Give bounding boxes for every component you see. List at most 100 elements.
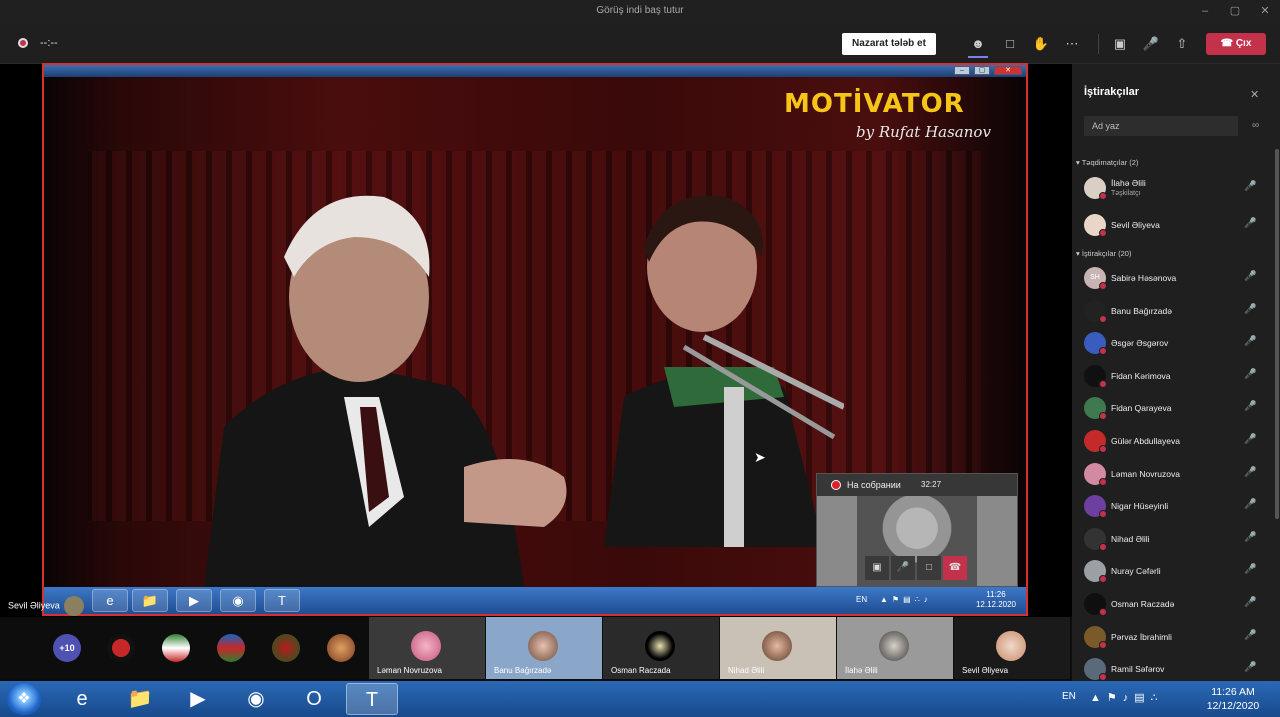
participant-name: Sevil Əliyeva [1111,220,1160,230]
participant-avatar[interactable] [272,634,300,662]
participant-row[interactable]: Banu Bağırzadə 🎤 [1084,297,1260,325]
shared-screen: – ▢ ✕ MOTİVATOR by Rufat Hasanov ➤ На со… [42,63,1028,616]
video-tile[interactable]: Nihad Əlili [720,617,836,679]
video-tile[interactable]: Ləman Novruzova [369,617,485,679]
participant-name: Əsgər Əsgərov [1111,338,1169,349]
share-icon[interactable]: ⇧ [1172,34,1192,54]
start-button-icon[interactable]: ❖ [6,683,42,715]
more-participants-badge[interactable]: +10 [53,634,81,662]
participant-avatar[interactable] [162,634,190,662]
mic-off-icon[interactable]: 🎤 [1244,271,1256,282]
system-tray-icons[interactable]: ▲⚑♪▤∴ [1090,691,1164,704]
pip-camera-icon[interactable]: ▣ [865,556,889,580]
participant-avatar [1084,462,1107,486]
tile-avatar [528,631,558,661]
participant-avatar [1084,332,1107,356]
presenter-name: Sevil Əliyeva [8,600,60,611]
participant-row[interactable]: Pərvaz İbrahimli 🎤 [1084,623,1260,651]
participant-row[interactable]: İlahə Əlili Təşkilatçı 🎤 [1084,174,1260,202]
leave-button[interactable]: ☎ Çıx [1206,33,1266,55]
participant-row[interactable]: Ramil Səfərov 🎤 [1084,655,1260,683]
status-dot [1099,673,1107,682]
mic-off-icon[interactable]: 🎤 [1244,630,1256,641]
mic-off-icon[interactable]: 🎤 [1244,218,1256,229]
people-icon[interactable]: ☻ [968,34,988,58]
participant-name: Fidan Kərimova [1111,370,1171,381]
participant-search-input[interactable] [1084,116,1238,136]
mic-off-icon[interactable]: 🎤 [1244,499,1256,510]
motivator-logo: MOTİVATOR [784,89,965,119]
status-dot [1099,608,1107,616]
pip-status: На собрании [847,480,901,490]
mic-off-icon[interactable]: 🎤 [1141,34,1161,54]
more-icon[interactable]: ⋯ [1062,34,1082,54]
child-figure [604,195,844,547]
chrome-icon[interactable]: ◉ [230,683,282,715]
participant-row[interactable]: Osman Raczadə 🎤 [1084,590,1260,618]
media-player-icon[interactable]: ▶ [172,683,224,715]
participant-avatar[interactable] [107,634,135,662]
participant-row[interactable]: Sevil Əliyeva 🎤 [1084,211,1260,239]
participant-name: Fidan Qarayeva [1111,403,1172,414]
pip-mic-icon[interactable]: 🎤 [891,556,915,580]
mic-off-icon[interactable]: 🎤 [1244,369,1256,380]
close-window-icon[interactable]: ✕ [1250,0,1280,22]
participant-avatar [1084,658,1107,682]
chat-icon[interactable]: □ [1000,34,1020,54]
shared-clock: 11:26 12.12.2020 [974,590,1018,610]
copy-link-icon[interactable]: ∞ [1252,120,1259,131]
close-icon[interactable]: ✕ [1250,88,1259,101]
participant-name: Sabirə Həsənova [1111,273,1177,283]
mic-off-icon[interactable]: 🎤 [1244,532,1256,543]
tile-name: Banu Bağırzadə [494,666,552,675]
participant-name: Nigar Hüseyinli [1111,501,1169,512]
minimize-icon[interactable]: – [1190,0,1220,22]
participant-avatar [1084,593,1107,616]
shared-date: 12.12.2020 [975,600,1017,609]
video-tile[interactable]: Banu Bağırzadə [486,617,602,679]
mic-off-icon[interactable]: 🎤 [1244,304,1256,315]
language-indicator[interactable]: EN [1062,691,1076,702]
pip-share-icon[interactable]: □ [917,556,941,580]
mic-off-icon[interactable]: 🎤 [1244,401,1256,412]
mic-off-icon[interactable]: 🎤 [1244,181,1256,192]
participant-row[interactable]: Nihad Əlili 🎤 [1084,525,1260,553]
mic-off-icon[interactable]: 🎤 [1244,336,1256,347]
video-tile[interactable]: İlahə Əlili [837,617,953,679]
mic-off-icon[interactable]: 🎤 [1244,662,1256,673]
mic-off-icon[interactable]: 🎤 [1244,597,1256,608]
pip-hangup-icon[interactable]: ☎ [943,556,967,580]
mic-off-icon[interactable]: 🎤 [1244,434,1256,445]
teams-icon[interactable]: T [346,683,398,715]
taskbar-clock[interactable]: 11:26 AM 12/12/2020 [1200,685,1266,713]
panel-scrollbar[interactable] [1275,149,1279,519]
participant-row[interactable]: SH Sabirə Həsənova 🎤 [1084,264,1260,292]
pip-controls: ▣ 🎤 □ ☎ [865,556,967,580]
request-control-button[interactable]: Nazarat tələb et [842,33,936,55]
participant-avatar[interactable] [217,634,245,662]
file-explorer-icon[interactable]: 📁 [114,683,166,715]
camera-off-icon[interactable]: ▣ [1110,34,1130,54]
participant-row[interactable]: Əsgər Əsgərov 🎤 [1084,329,1260,357]
recording-icon [18,38,28,48]
participant-row[interactable]: Nigar Hüseyinli 🎤 [1084,492,1260,520]
attendees-header[interactable]: ▾ İştirakçılar (20) [1076,249,1131,258]
participant-name: Nuray Cəfərli [1111,566,1161,577]
internet-explorer-icon[interactable]: e [56,683,108,715]
presenters-header[interactable]: ▾ Təqdimatçılar (2) [1076,158,1138,167]
maximize-icon[interactable]: ▢ [1220,0,1250,22]
opera-icon[interactable]: O [288,683,340,715]
participant-avatar [1084,495,1107,519]
participant-row[interactable]: Nuray Cəfərli 🎤 [1084,557,1260,585]
participant-row[interactable]: Ləman Novruzova 🎤 [1084,460,1260,488]
video-tile[interactable]: Osman Raczada [603,617,719,679]
video-tile[interactable]: Sevil Əliyeva [954,617,1070,679]
mic-off-icon[interactable]: 🎤 [1244,564,1256,575]
participant-row[interactable]: Fidan Kərimova 🎤 [1084,362,1260,390]
mic-off-icon[interactable]: 🎤 [1244,467,1256,478]
participant-row[interactable]: Gülər Abdullayeva 🎤 [1084,427,1260,455]
participant-row[interactable]: Fidan Qarayeva 🎤 [1084,394,1260,422]
raise-hand-icon[interactable]: ✋ [1031,34,1051,54]
shared-chrome-icon: ◉ [220,589,256,612]
participant-avatar[interactable] [327,634,355,662]
